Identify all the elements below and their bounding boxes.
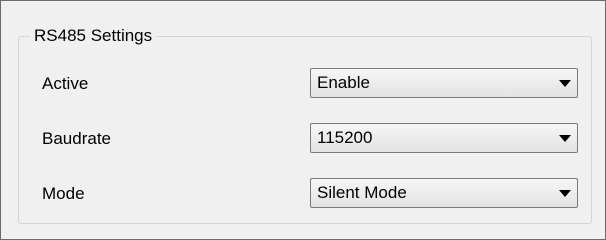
mode-label: Mode bbox=[42, 184, 85, 203]
baudrate-label: Baudrate bbox=[42, 129, 111, 148]
chevron-down-icon bbox=[559, 80, 571, 87]
active-label: Active bbox=[42, 74, 89, 93]
mode-dropdown[interactable]: Silent Mode bbox=[310, 178, 578, 208]
baudrate-dropdown[interactable]: 115200 bbox=[310, 123, 578, 153]
active-dropdown[interactable]: Enable bbox=[310, 68, 578, 98]
chevron-down-icon bbox=[559, 135, 571, 142]
chevron-down-icon bbox=[559, 190, 571, 197]
baudrate-dropdown-value: 115200 bbox=[317, 128, 373, 147]
mode-dropdown-value: Silent Mode bbox=[317, 183, 407, 202]
active-dropdown-value: Enable bbox=[317, 73, 370, 92]
group-title: RS485 Settings bbox=[30, 26, 157, 46]
